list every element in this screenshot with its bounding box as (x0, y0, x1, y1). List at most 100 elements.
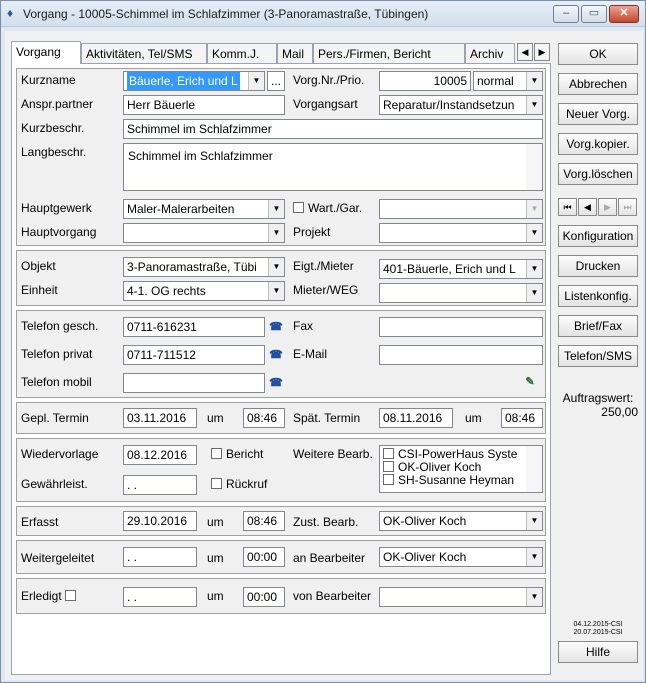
chevron-down-icon[interactable]: ▼ (248, 72, 264, 90)
chevron-down-icon[interactable]: ▼ (526, 548, 542, 566)
kurzname-combo[interactable]: Bäuerle, Erich und L ▼ (123, 71, 265, 91)
chevron-down-icon[interactable]: ▼ (526, 96, 542, 114)
wiedervorlage-field[interactable]: 08.12.2016 (123, 445, 197, 465)
tab-scroll-left-icon[interactable]: ◀ (517, 43, 533, 61)
anspr-field[interactable]: Herr Bäuerle (123, 95, 285, 115)
chevron-down-icon[interactable]: ▼ (268, 200, 284, 218)
erledigt-date-field[interactable]: . . (123, 587, 197, 607)
einheit-select[interactable]: 4-1. OG rechts ▼ (123, 281, 285, 301)
gepl-date-field[interactable]: 03.11.2016 (123, 408, 197, 428)
chevron-down-icon[interactable]: ▼ (268, 258, 284, 276)
checkbox-icon[interactable] (383, 474, 394, 485)
chevron-down-icon[interactable]: ▼ (268, 224, 284, 242)
tel-gesch-field[interactable]: 0711-616231 (123, 317, 265, 337)
gepl-time-field[interactable]: 08:46 (243, 408, 285, 428)
langbeschr-scrollbar[interactable] (526, 144, 542, 190)
checkbox-icon[interactable] (211, 448, 222, 459)
chevron-down-icon[interactable]: ▼ (526, 284, 542, 302)
last-record-icon[interactable]: ⏭ (618, 198, 637, 216)
checkbox-icon[interactable] (211, 478, 222, 489)
erledigt-time-field[interactable]: 00:00 (243, 587, 285, 607)
langbeschr-textarea[interactable]: Schimmel im Schlafzimmer (123, 143, 543, 191)
vorgangsart-select[interactable]: Reparatur/Instandsetzun ▼ (379, 95, 543, 115)
tab-kommj[interactable]: Komm.J. (207, 43, 277, 63)
spaet-time-field[interactable]: 08:46 (501, 408, 543, 428)
chevron-down-icon[interactable]: ▼ (526, 200, 542, 218)
hauptvorgang-select[interactable]: ▼ (123, 223, 285, 243)
vorgang-kopieren-button[interactable]: Vorg.kopier. (558, 133, 638, 155)
phone-icon[interactable]: ☎ (267, 374, 285, 392)
chevron-down-icon[interactable]: ▼ (526, 512, 542, 530)
mieterweg-select[interactable]: ▼ (379, 283, 543, 303)
listenkonfig-button[interactable]: Listenkonfig. (558, 285, 638, 307)
prev-record-icon[interactable]: ◀ (578, 198, 597, 216)
tab-vorgang[interactable]: Vorgang (11, 41, 81, 64)
vorgang-loeschen-button[interactable]: Vorg.löschen (558, 163, 638, 185)
erledigt-checkbox[interactable]: Erledigt (21, 589, 80, 603)
bericht-checkbox[interactable]: Bericht (211, 447, 263, 461)
fax-field[interactable] (379, 317, 543, 337)
email-send-icon[interactable]: ✎ (521, 373, 539, 391)
kurzname-browse-button[interactable]: ... (267, 71, 285, 91)
erfasst-date-field[interactable]: 29.10.2016 (123, 511, 197, 531)
next-record-icon[interactable]: ▶ (598, 198, 617, 216)
projekt-select[interactable]: ▼ (379, 223, 543, 243)
weitergeleitet-date-field[interactable]: . . (123, 547, 197, 567)
zust-select[interactable]: OK-Oliver Koch ▼ (379, 511, 543, 531)
tab-pers-firmen[interactable]: Pers./Firmen, Bericht (313, 43, 465, 63)
section-objekt: Objekt 3-Panoramastraße, Tübi ▼ Eigt./Mi… (16, 250, 546, 306)
email-field[interactable] (379, 345, 543, 365)
close-button[interactable]: ✕ (609, 5, 639, 23)
tel-privat-field[interactable]: 0711-711512 (123, 345, 265, 365)
weitere-item[interactable]: CSI-PowerHaus Syste (380, 448, 542, 461)
brief-fax-button[interactable]: Brief/Fax (558, 315, 638, 337)
kurzbeschr-field[interactable]: Schimmel im Schlafzimmer (123, 119, 543, 139)
chevron-down-icon[interactable]: ▼ (526, 588, 542, 606)
drucken-button[interactable]: Drucken (558, 255, 638, 277)
wartgar-checkbox[interactable]: Wart./Gar. (293, 201, 362, 215)
wartgar-select[interactable]: ▼ (379, 199, 543, 219)
spaet-date-field[interactable]: 08.11.2016 (379, 408, 453, 428)
weitere-item[interactable]: OK-Oliver Koch (380, 461, 542, 474)
tab-scroll-right-icon[interactable]: ▶ (534, 43, 550, 61)
weitere-item-label: SH-Susanne Heyman (398, 474, 515, 487)
weitere-item[interactable]: SH-Susanne Heyman (380, 474, 542, 487)
tab-archiv[interactable]: Archiv (465, 43, 515, 63)
neuer-vorgang-button[interactable]: Neuer Vorg. (558, 103, 638, 125)
minimize-button[interactable]: – (553, 5, 579, 23)
gewaehr-field[interactable]: . . (123, 475, 197, 495)
checkbox-icon[interactable] (293, 202, 304, 213)
ok-button[interactable]: OK (558, 43, 638, 65)
konfiguration-button[interactable]: Konfiguration (558, 225, 638, 247)
chevron-down-icon[interactable]: ▼ (526, 72, 542, 90)
first-record-icon[interactable]: ⏮ (558, 198, 577, 216)
telefon-sms-button[interactable]: Telefon/SMS (558, 345, 638, 367)
chevron-down-icon[interactable]: ▼ (526, 224, 542, 242)
weitere-listbox[interactable]: CSI-PowerHaus Syste OK-Oliver Koch SH-Su… (379, 445, 543, 493)
window: ♦ Vorgang - 10005-Schimmel im Schlafzimm… (0, 0, 646, 683)
erfasst-time-field[interactable]: 08:46 (243, 511, 285, 531)
tel-mobil-field[interactable] (123, 373, 265, 393)
tab-aktivitaeten[interactable]: Aktivitäten, Tel/SMS (81, 43, 207, 63)
chevron-down-icon[interactable]: ▼ (526, 260, 542, 278)
tab-mail[interactable]: Mail (277, 43, 313, 63)
rueckruf-checkbox[interactable]: Rückruf (211, 477, 267, 491)
vorgnr-field[interactable]: 10005 (379, 71, 471, 91)
von-bearb-select[interactable]: ▼ (379, 587, 543, 607)
weitergeleitet-time-field[interactable]: 00:00 (243, 547, 285, 567)
hilfe-button[interactable]: Hilfe (558, 641, 638, 663)
chevron-down-icon[interactable]: ▼ (268, 282, 284, 300)
phone-icon[interactable]: ☎ (267, 346, 285, 364)
abbrechen-button[interactable]: Abbrechen (558, 73, 638, 95)
eigt-select[interactable]: 401-Bäuerle, Erich und L ▼ (379, 259, 543, 279)
checkbox-icon[interactable] (383, 448, 394, 459)
checkbox-icon[interactable] (383, 461, 394, 472)
objekt-select[interactable]: 3-Panoramastraße, Tübi ▼ (123, 257, 285, 277)
checkbox-icon[interactable] (65, 590, 77, 601)
hauptgewerk-select[interactable]: Maler-Malerarbeiten ▼ (123, 199, 285, 219)
an-bearb-select[interactable]: OK-Oliver Koch ▼ (379, 547, 543, 567)
phone-icon[interactable]: ☎ (267, 318, 285, 336)
maximize-button[interactable]: ▭ (581, 5, 607, 23)
prio-select[interactable]: normal ▼ (473, 71, 543, 91)
weitere-scrollbar[interactable] (526, 446, 542, 492)
